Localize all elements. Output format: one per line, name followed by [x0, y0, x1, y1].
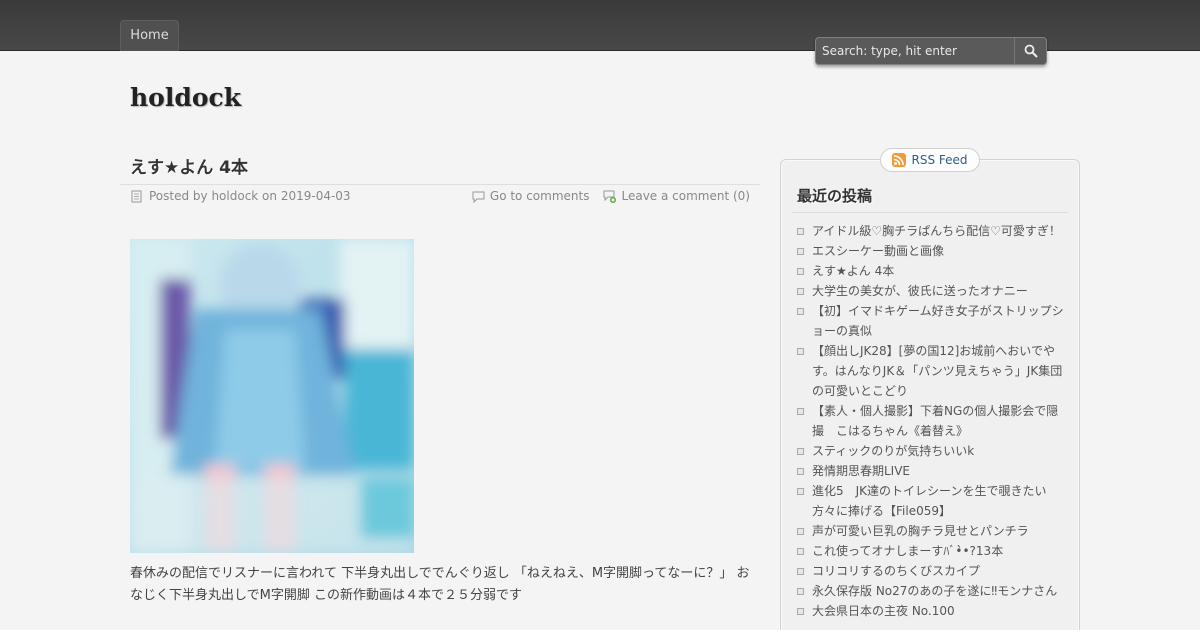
recent-post-link[interactable]: えす★よん 4本 — [795, 261, 1065, 281]
blurred-photo — [130, 239, 414, 553]
search-button[interactable] — [1014, 38, 1046, 64]
nav-home-tab[interactable]: Home — [120, 20, 179, 51]
post-meta-posted: Posted by holdock on 2019-04-03 — [149, 189, 351, 203]
post-image[interactable] — [130, 239, 414, 553]
recent-post-link[interactable]: 声が可愛い巨乳の胸チラ見せとパンチラ — [795, 521, 1065, 541]
site-title[interactable]: holdock — [130, 83, 241, 112]
search-icon — [1024, 44, 1038, 58]
go-to-comments-link[interactable]: Go to comments — [490, 189, 590, 203]
top-navigation-bar: Home — [0, 0, 1200, 65]
post-title[interactable]: えす★よん 4本 — [130, 153, 248, 178]
recent-post-link[interactable]: これ使ってオナしまーすﾊﾞ•̀̀•?13本 — [795, 541, 1065, 561]
leave-comment-link[interactable]: Leave a comment (0) — [621, 189, 750, 203]
rss-feed-link[interactable]: RSS Feed — [880, 148, 980, 172]
recent-post-link[interactable]: 大会県日本の主夜 No.100 — [795, 601, 1065, 621]
add-comment-icon — [603, 190, 617, 203]
recent-post-link[interactable]: アイドル級♡胸チラぱんちら配信♡可愛すぎ！ — [795, 221, 1065, 241]
document-icon — [131, 190, 142, 202]
recent-post-link[interactable]: 進化5 JK達のトイレシーンを生で覗きたい方々に捧げる【File059】 — [795, 481, 1065, 521]
recent-post-link[interactable]: 【顔出しJK28】[夢の国12]お城前へおいでやす。はんなりJK＆「パンツ見えち… — [795, 341, 1065, 401]
rss-feed-label: RSS Feed — [911, 153, 968, 167]
recent-post-link[interactable]: 大学生の美女が、彼氏に送ったオナニー — [795, 281, 1065, 301]
recent-post-link[interactable]: エスシーケー動画と画像 — [795, 241, 1065, 261]
recent-post-link[interactable]: 【初】イマドキゲーム好き女子がストリップショーの真似 — [795, 301, 1065, 341]
widget-divider — [792, 212, 1068, 213]
post-meta: Posted by holdock on 2019-04-03 Go to co… — [120, 184, 760, 208]
speech-bubble-icon — [472, 191, 485, 203]
recent-post-link[interactable]: コリコリするのちくびスカイプ — [795, 561, 1065, 581]
recent-posts-list: アイドル級♡胸チラぱんちら配信♡可愛すぎ！ エスシーケー動画と画像 えす★よん … — [795, 221, 1065, 621]
post-body: 春休みの配信でリスナーに言われて 下半身丸出しででんぐり返し 「ねえねえ、M字開… — [130, 566, 750, 603]
search-box — [815, 37, 1047, 65]
recent-post-link[interactable]: 発情期思春期LIVE — [795, 461, 1065, 481]
recent-post-link[interactable]: 永久保存版 No27のあの子を遂に‼︎モンナさん — [795, 581, 1065, 601]
recent-post-link[interactable]: スティックのりが気持ちいいk — [795, 441, 1065, 461]
rss-icon — [892, 153, 907, 167]
recent-post-link[interactable]: 【素人・個人撮影】下着NGの個人撮影会で隠撮 こはるちゃん《着替え》 — [795, 401, 1065, 441]
search-input[interactable] — [816, 38, 1014, 64]
recent-posts-title: 最近の投稿 — [797, 187, 873, 205]
